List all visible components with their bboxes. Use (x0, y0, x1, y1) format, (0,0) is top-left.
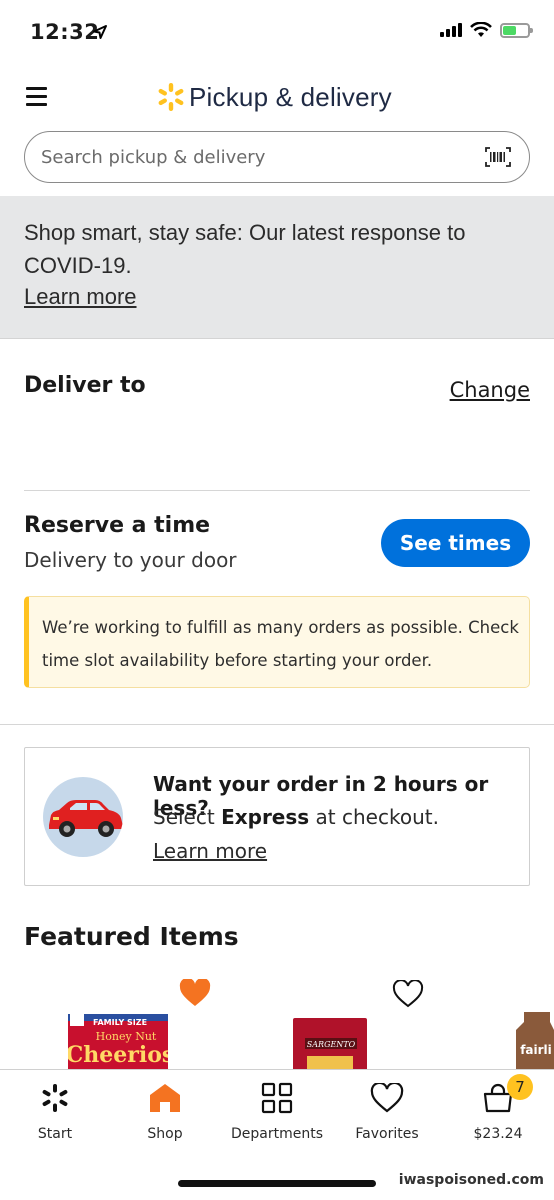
tab-departments-label: Departments (230, 1126, 323, 1142)
availability-notice-text: We’re working to fulfill as many orders … (42, 618, 519, 670)
availability-notice: We’re working to fulfill as many orders … (24, 596, 530, 688)
tab-cart-total-label: $23.24 (473, 1126, 523, 1142)
tab-shop-label: Shop (147, 1126, 183, 1142)
app-header: Pickup & delivery (0, 66, 554, 128)
shop-home-icon (150, 1084, 180, 1112)
page-title: Pickup & delivery (189, 82, 392, 112)
favorite-heart-icon[interactable] (392, 980, 424, 1008)
product-cheerios-line1: FAMILY SIZE (93, 1018, 147, 1027)
cellular-signal-icon (440, 23, 462, 37)
express-promo-card[interactable]: Want your order in 2 hours or less? Sele… (24, 747, 530, 886)
favorites-heart-icon (370, 1083, 404, 1113)
covid-banner-text: Shop smart, stay safe: Our latest respon… (24, 220, 466, 278)
covid-banner: Shop smart, stay safe: Our latest respon… (0, 196, 554, 339)
favorite-filled-heart-icon[interactable] (179, 979, 211, 1007)
deliver-to-heading: Deliver to (24, 373, 146, 398)
tab-shop[interactable]: Shop (110, 1080, 220, 1142)
express-sub-bold: Express (221, 805, 310, 829)
see-times-button[interactable]: See times (381, 519, 530, 567)
car-icon (43, 777, 123, 857)
battery-icon (500, 22, 533, 38)
search-input[interactable] (41, 142, 471, 172)
walmart-spark-icon (158, 83, 184, 111)
tab-favorites[interactable]: Favorites (332, 1080, 442, 1142)
product-sargento-brand: SARGENTO (307, 1040, 356, 1049)
home-indicator[interactable] (178, 1180, 376, 1187)
departments-grid-icon (261, 1082, 293, 1114)
reserve-time-subtitle: Delivery to your door (24, 548, 237, 572)
divider (24, 490, 530, 491)
status-bar: 12:32 (0, 0, 554, 66)
express-sub-suffix: at checkout. (315, 805, 439, 829)
tab-favorites-label: Favorites (355, 1126, 419, 1142)
product-cheerios[interactable]: FAMILY SIZE Honey Nut Cheerios (68, 1010, 168, 1069)
barcode-scanner-icon[interactable] (485, 147, 511, 167)
wifi-icon (470, 22, 492, 37)
express-learn-more-link[interactable]: Learn more (153, 839, 267, 863)
featured-items-heading: Featured Items (24, 922, 239, 951)
express-promo-subtitle: Select Express at checkout. (153, 805, 439, 829)
change-address-link[interactable]: Change (450, 378, 530, 402)
covid-learn-more-link[interactable]: Learn more (24, 284, 137, 310)
tab-departments[interactable]: Departments (222, 1080, 332, 1142)
product-cheerios-line3: Cheerios (68, 1042, 168, 1068)
tab-cart[interactable]: 7 $23.24 (443, 1074, 553, 1142)
tab-start-label: Start (37, 1126, 73, 1142)
product-fairlife-brand: fairli (520, 1043, 552, 1057)
watermark: iwaspoisoned.com (398, 1172, 544, 1188)
cart-count-badge: 7 (507, 1074, 533, 1100)
divider (0, 724, 554, 725)
menu-icon[interactable] (26, 87, 47, 106)
walmart-spark-outline-icon (42, 1084, 68, 1112)
location-arrow-icon (93, 25, 107, 39)
tab-start[interactable]: Start (0, 1080, 110, 1142)
reserve-time-heading: Reserve a time (24, 513, 211, 538)
express-sub-prefix: Select (153, 805, 215, 829)
status-icons (440, 22, 533, 38)
search-bar[interactable] (24, 131, 530, 183)
status-time: 12:32 (30, 20, 100, 44)
product-fairlife[interactable]: fairli (510, 1012, 554, 1069)
product-sargento[interactable]: SARGENTO (293, 1018, 367, 1069)
